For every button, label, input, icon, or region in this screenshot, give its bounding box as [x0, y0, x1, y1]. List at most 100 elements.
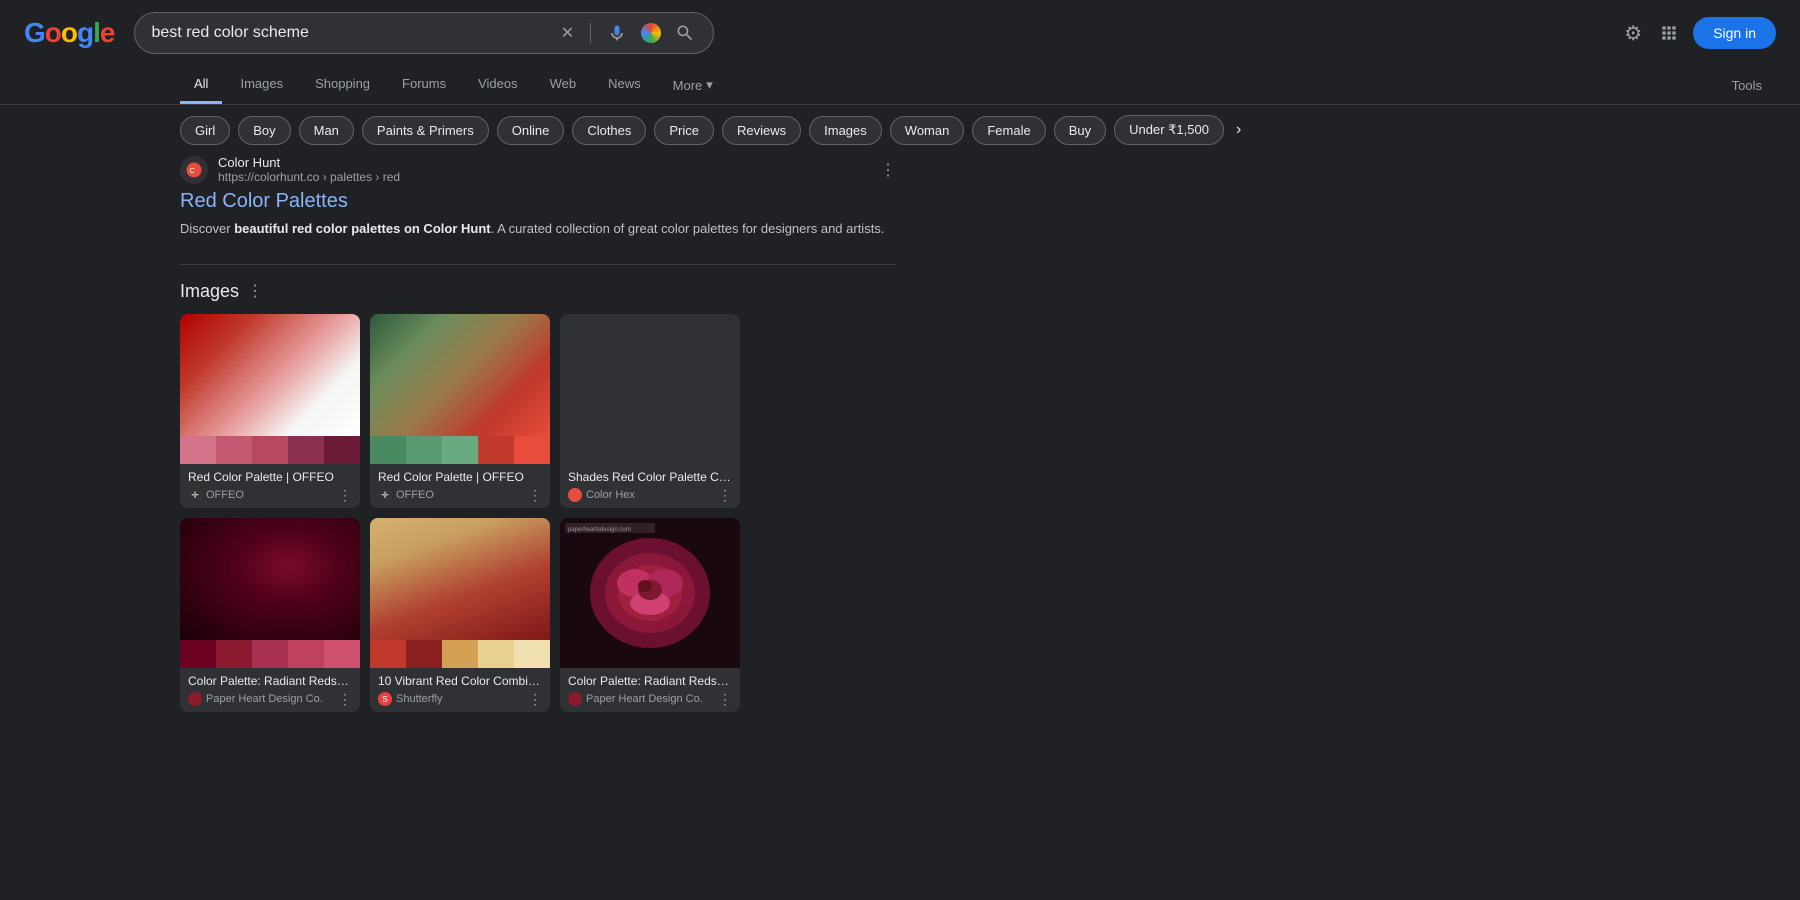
chip-buy[interactable]: Buy: [1054, 116, 1106, 145]
image-source-name-2: OFFEO: [396, 489, 434, 501]
divider-line: [590, 23, 591, 43]
apps-icon[interactable]: [1657, 21, 1681, 45]
search-button[interactable]: [673, 21, 697, 45]
search-bar: ✕: [134, 12, 714, 54]
sign-in-button[interactable]: Sign in: [1693, 17, 1776, 49]
chips-next-arrow[interactable]: ›: [1232, 117, 1245, 143]
swatch: [252, 640, 288, 668]
swatch: [180, 640, 216, 668]
tab-all[interactable]: All: [180, 66, 222, 104]
result-site-name: Color Hunt: [218, 155, 400, 170]
image-menu-2[interactable]: ⋮: [528, 487, 542, 504]
chip-online[interactable]: Online: [497, 116, 565, 145]
img4-swatches: [180, 640, 360, 668]
mic-icon[interactable]: [605, 21, 629, 45]
result-title[interactable]: Red Color Palettes: [180, 190, 896, 213]
image-caption-6: Color Palette: Radiant Reds — ... Paper …: [560, 668, 740, 712]
search-input[interactable]: [151, 24, 548, 42]
tab-shopping[interactable]: Shopping: [301, 66, 384, 104]
settings-icon[interactable]: ⚙: [1621, 21, 1645, 45]
filter-chips: Girl Boy Man Paints & Primers Online Clo…: [0, 105, 1800, 155]
image-source-info-3: Color Hex: [568, 488, 635, 502]
clear-icon[interactable]: ✕: [558, 24, 576, 42]
image-menu-4[interactable]: ⋮: [338, 691, 352, 708]
image-source-row-2: ✛ OFFEO ⋮: [378, 487, 542, 504]
images-menu-icon[interactable]: ⋮: [247, 281, 263, 301]
image-caption-5: 10 Vibrant Red Color Combina... S Shutte…: [370, 668, 550, 712]
image-source-info-4: Paper Heart Design Co.: [188, 692, 323, 706]
image-thumb-4: [180, 518, 360, 668]
header-right: ⚙ Sign in: [1621, 17, 1776, 49]
image-card-3[interactable]: Shades Red Color Palette Color Hex Color…: [560, 314, 740, 508]
swatch: [370, 640, 406, 668]
chip-woman[interactable]: Woman: [890, 116, 965, 145]
result-menu-icon[interactable]: ⋮: [880, 160, 896, 180]
snippet-plain: Discover: [180, 221, 234, 236]
image-source-row-6: Paper Heart Design Co. ⋮: [568, 691, 732, 708]
img4-top: [180, 518, 360, 640]
tab-news[interactable]: News: [594, 66, 655, 104]
image-card-1[interactable]: Red Color Palette | OFFEO ✛ OFFEO ⋮: [180, 314, 360, 508]
image-card-5[interactable]: 10 Vibrant Red Color Combina... S Shutte…: [370, 518, 550, 712]
chip-man[interactable]: Man: [299, 116, 354, 145]
tools-tab[interactable]: Tools: [1718, 68, 1776, 103]
chip-under[interactable]: Under ₹1,500: [1114, 115, 1224, 145]
chip-reviews[interactable]: Reviews: [722, 116, 801, 145]
image-title-6: Color Palette: Radiant Reds — ...: [568, 674, 732, 688]
tab-web[interactable]: Web: [536, 66, 591, 104]
image-source-name-4: Paper Heart Design Co.: [206, 693, 323, 705]
tab-videos[interactable]: Videos: [464, 66, 532, 104]
image-card-6[interactable]: paperheartsdesign.com Color Palette: Rad…: [560, 518, 740, 712]
image-source-info-1: ✛ OFFEO: [188, 488, 244, 502]
rose-svg: paperheartsdesign.com: [560, 518, 740, 668]
svg-text:C: C: [190, 166, 196, 175]
colorhex-favicon: [568, 488, 582, 502]
chip-price[interactable]: Price: [654, 116, 714, 145]
chip-clothes[interactable]: Clothes: [572, 116, 646, 145]
img2-swatches: [370, 436, 550, 464]
image-title-4: Color Palette: Radiant Reds — ...: [188, 674, 352, 688]
image-card-4[interactable]: Color Palette: Radiant Reds — ... Paper …: [180, 518, 360, 712]
chip-paints[interactable]: Paints & Primers: [362, 116, 489, 145]
image-thumb-3: [560, 314, 740, 464]
main-content: C Color Hunt https://colorhunt.co › pale…: [0, 155, 920, 712]
images-heading: Images: [180, 281, 239, 302]
chip-female[interactable]: Female: [972, 116, 1045, 145]
image-menu-3[interactable]: ⋮: [718, 487, 732, 504]
images-header: Images ⋮: [180, 281, 896, 302]
image-source-info-5: S Shutterfly: [378, 692, 442, 706]
more-label: More: [673, 78, 703, 93]
header: Google ✕ ⚙ Sign in: [0, 0, 1800, 66]
chip-boy[interactable]: Boy: [238, 116, 290, 145]
section-divider: [180, 264, 896, 265]
result-source-row: C Color Hunt https://colorhunt.co › pale…: [180, 155, 896, 184]
chip-girl[interactable]: Girl: [180, 116, 230, 145]
image-caption-3: Shades Red Color Palette Color Hex Color…: [560, 464, 740, 508]
snippet-bold: beautiful red color palettes on Color Hu…: [234, 221, 490, 236]
tab-images[interactable]: Images: [226, 66, 297, 104]
image-caption-4: Color Palette: Radiant Reds — ... Paper …: [180, 668, 360, 712]
tab-more[interactable]: More ▾: [659, 67, 727, 103]
image-thumb-5: [370, 518, 550, 668]
swatch: [406, 640, 442, 668]
image-menu-6[interactable]: ⋮: [718, 691, 732, 708]
image-card-2[interactable]: Red Color Palette | OFFEO ✛ OFFEO ⋮: [370, 314, 550, 508]
image-thumb-2: [370, 314, 550, 464]
offeo-favicon-1: ✛: [188, 488, 202, 502]
lens-icon[interactable]: [639, 21, 663, 45]
chip-images[interactable]: Images: [809, 116, 882, 145]
image-source-row-4: Paper Heart Design Co. ⋮: [188, 691, 352, 708]
images-grid: Red Color Palette | OFFEO ✛ OFFEO ⋮: [180, 314, 896, 712]
swatch: [216, 436, 252, 464]
swatch: [514, 640, 550, 668]
swatch: [288, 640, 324, 668]
swatch: [370, 436, 406, 464]
tab-forums[interactable]: Forums: [388, 66, 460, 104]
google-logo: Google: [24, 17, 114, 49]
image-menu-1[interactable]: ⋮: [338, 487, 352, 504]
swatch: [216, 640, 252, 668]
image-menu-5[interactable]: ⋮: [528, 691, 542, 708]
result-snippet: Discover beautiful red color palettes on…: [180, 219, 896, 240]
swatch: [514, 436, 550, 464]
result-site-info: Color Hunt https://colorhunt.co › palett…: [218, 155, 400, 184]
